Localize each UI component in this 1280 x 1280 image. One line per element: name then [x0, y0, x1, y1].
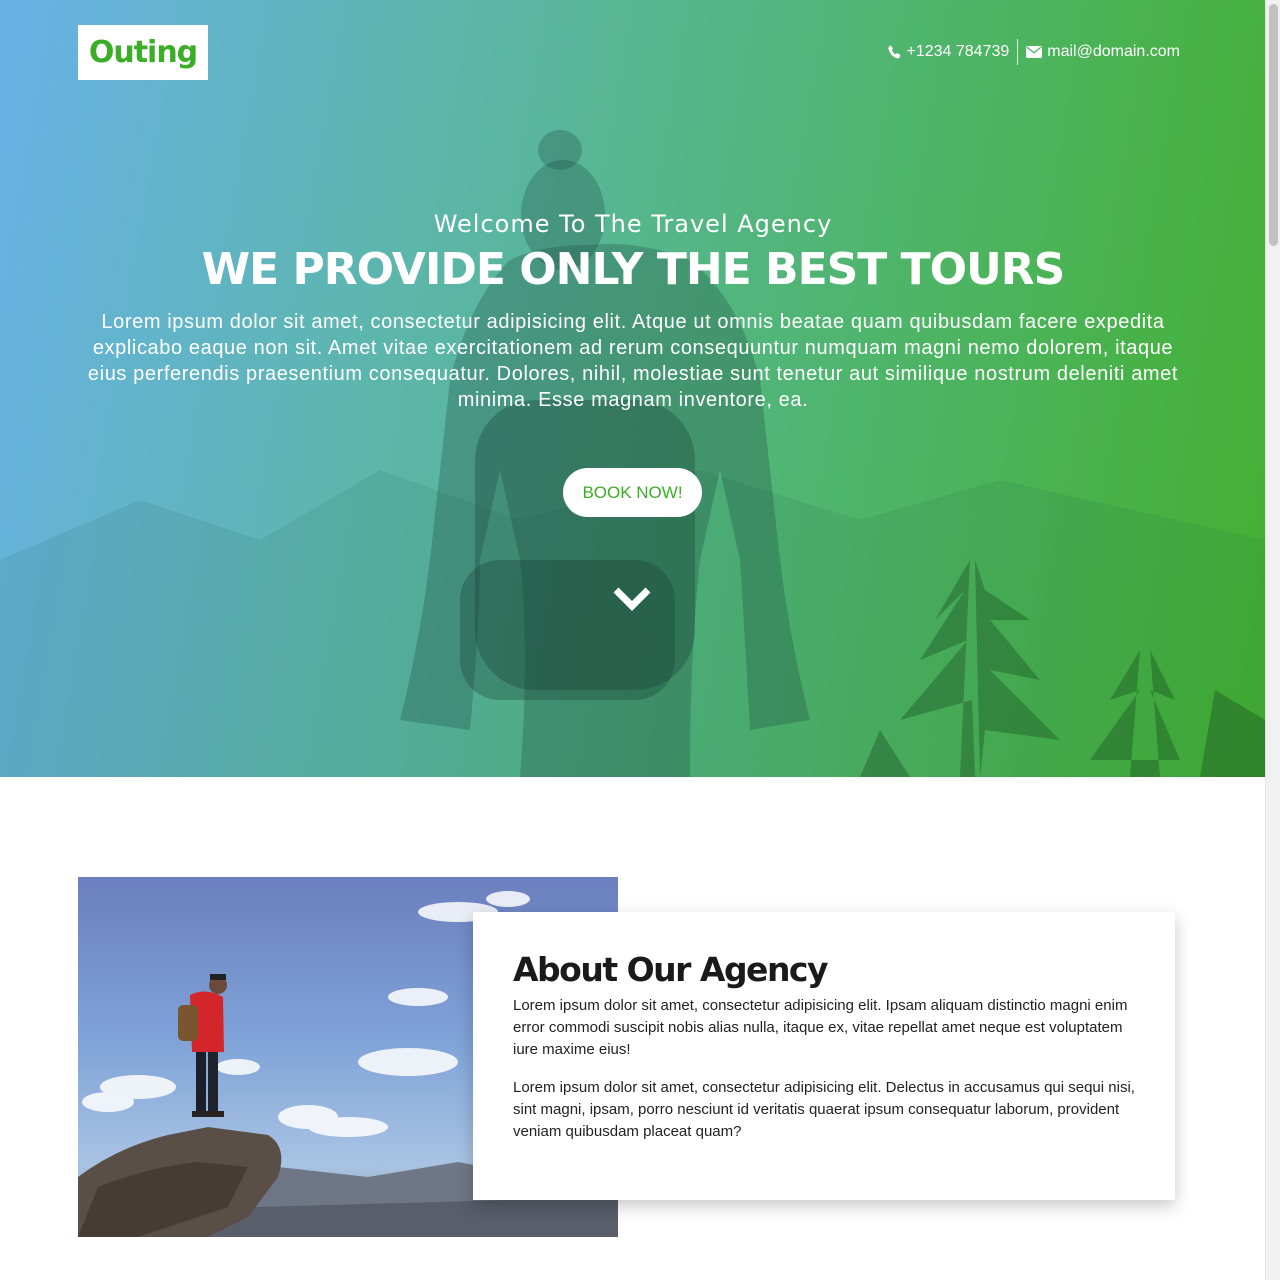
hero-text: Welcome To The Travel Agency WE PROVIDE …: [78, 210, 1188, 413]
about-paragraph-1: Lorem ipsum dolor sit amet, consectetur …: [513, 997, 1128, 1058]
site-header: Outing +1234 784739 mail@domain.com: [78, 25, 1180, 80]
phone-icon: [888, 45, 901, 59]
email-link[interactable]: mail@domain.com: [1026, 39, 1180, 65]
about-card: About Our Agency Lorem ipsum dolor sit a…: [473, 912, 1175, 1200]
contact-divider: [1017, 39, 1019, 65]
scroll-down-button[interactable]: [612, 584, 652, 614]
site-logo[interactable]: Outing: [78, 25, 208, 80]
hero-headline: WE PROVIDE ONLY THE BEST TOURS: [201, 244, 1066, 295]
hero-section: Outing +1234 784739 mail@domain.com Welc…: [0, 0, 1265, 777]
about-title: About Our Agency: [513, 950, 829, 989]
page-scrollbar[interactable]: [1265, 0, 1280, 1280]
email-address: mail@domain.com: [1047, 43, 1180, 60]
envelope-icon: [1026, 46, 1043, 58]
hero-welcome: Welcome To The Travel Agency: [433, 210, 833, 238]
phone-number: +1234 784739: [906, 43, 1010, 60]
chevron-down-icon: [613, 587, 651, 611]
about-paragraph-2: Lorem ipsum dolor sit amet, consectetur …: [513, 1079, 1135, 1140]
scrollbar-thumb[interactable]: [1269, 4, 1278, 246]
book-now-button[interactable]: BOOK NOW!: [563, 468, 702, 517]
hero-lead-text: Lorem ipsum dolor sit amet, consectetur …: [87, 311, 1179, 411]
contact-info: +1234 784739 mail@domain.com: [888, 39, 1180, 65]
phone-link[interactable]: +1234 784739: [888, 39, 1009, 65]
